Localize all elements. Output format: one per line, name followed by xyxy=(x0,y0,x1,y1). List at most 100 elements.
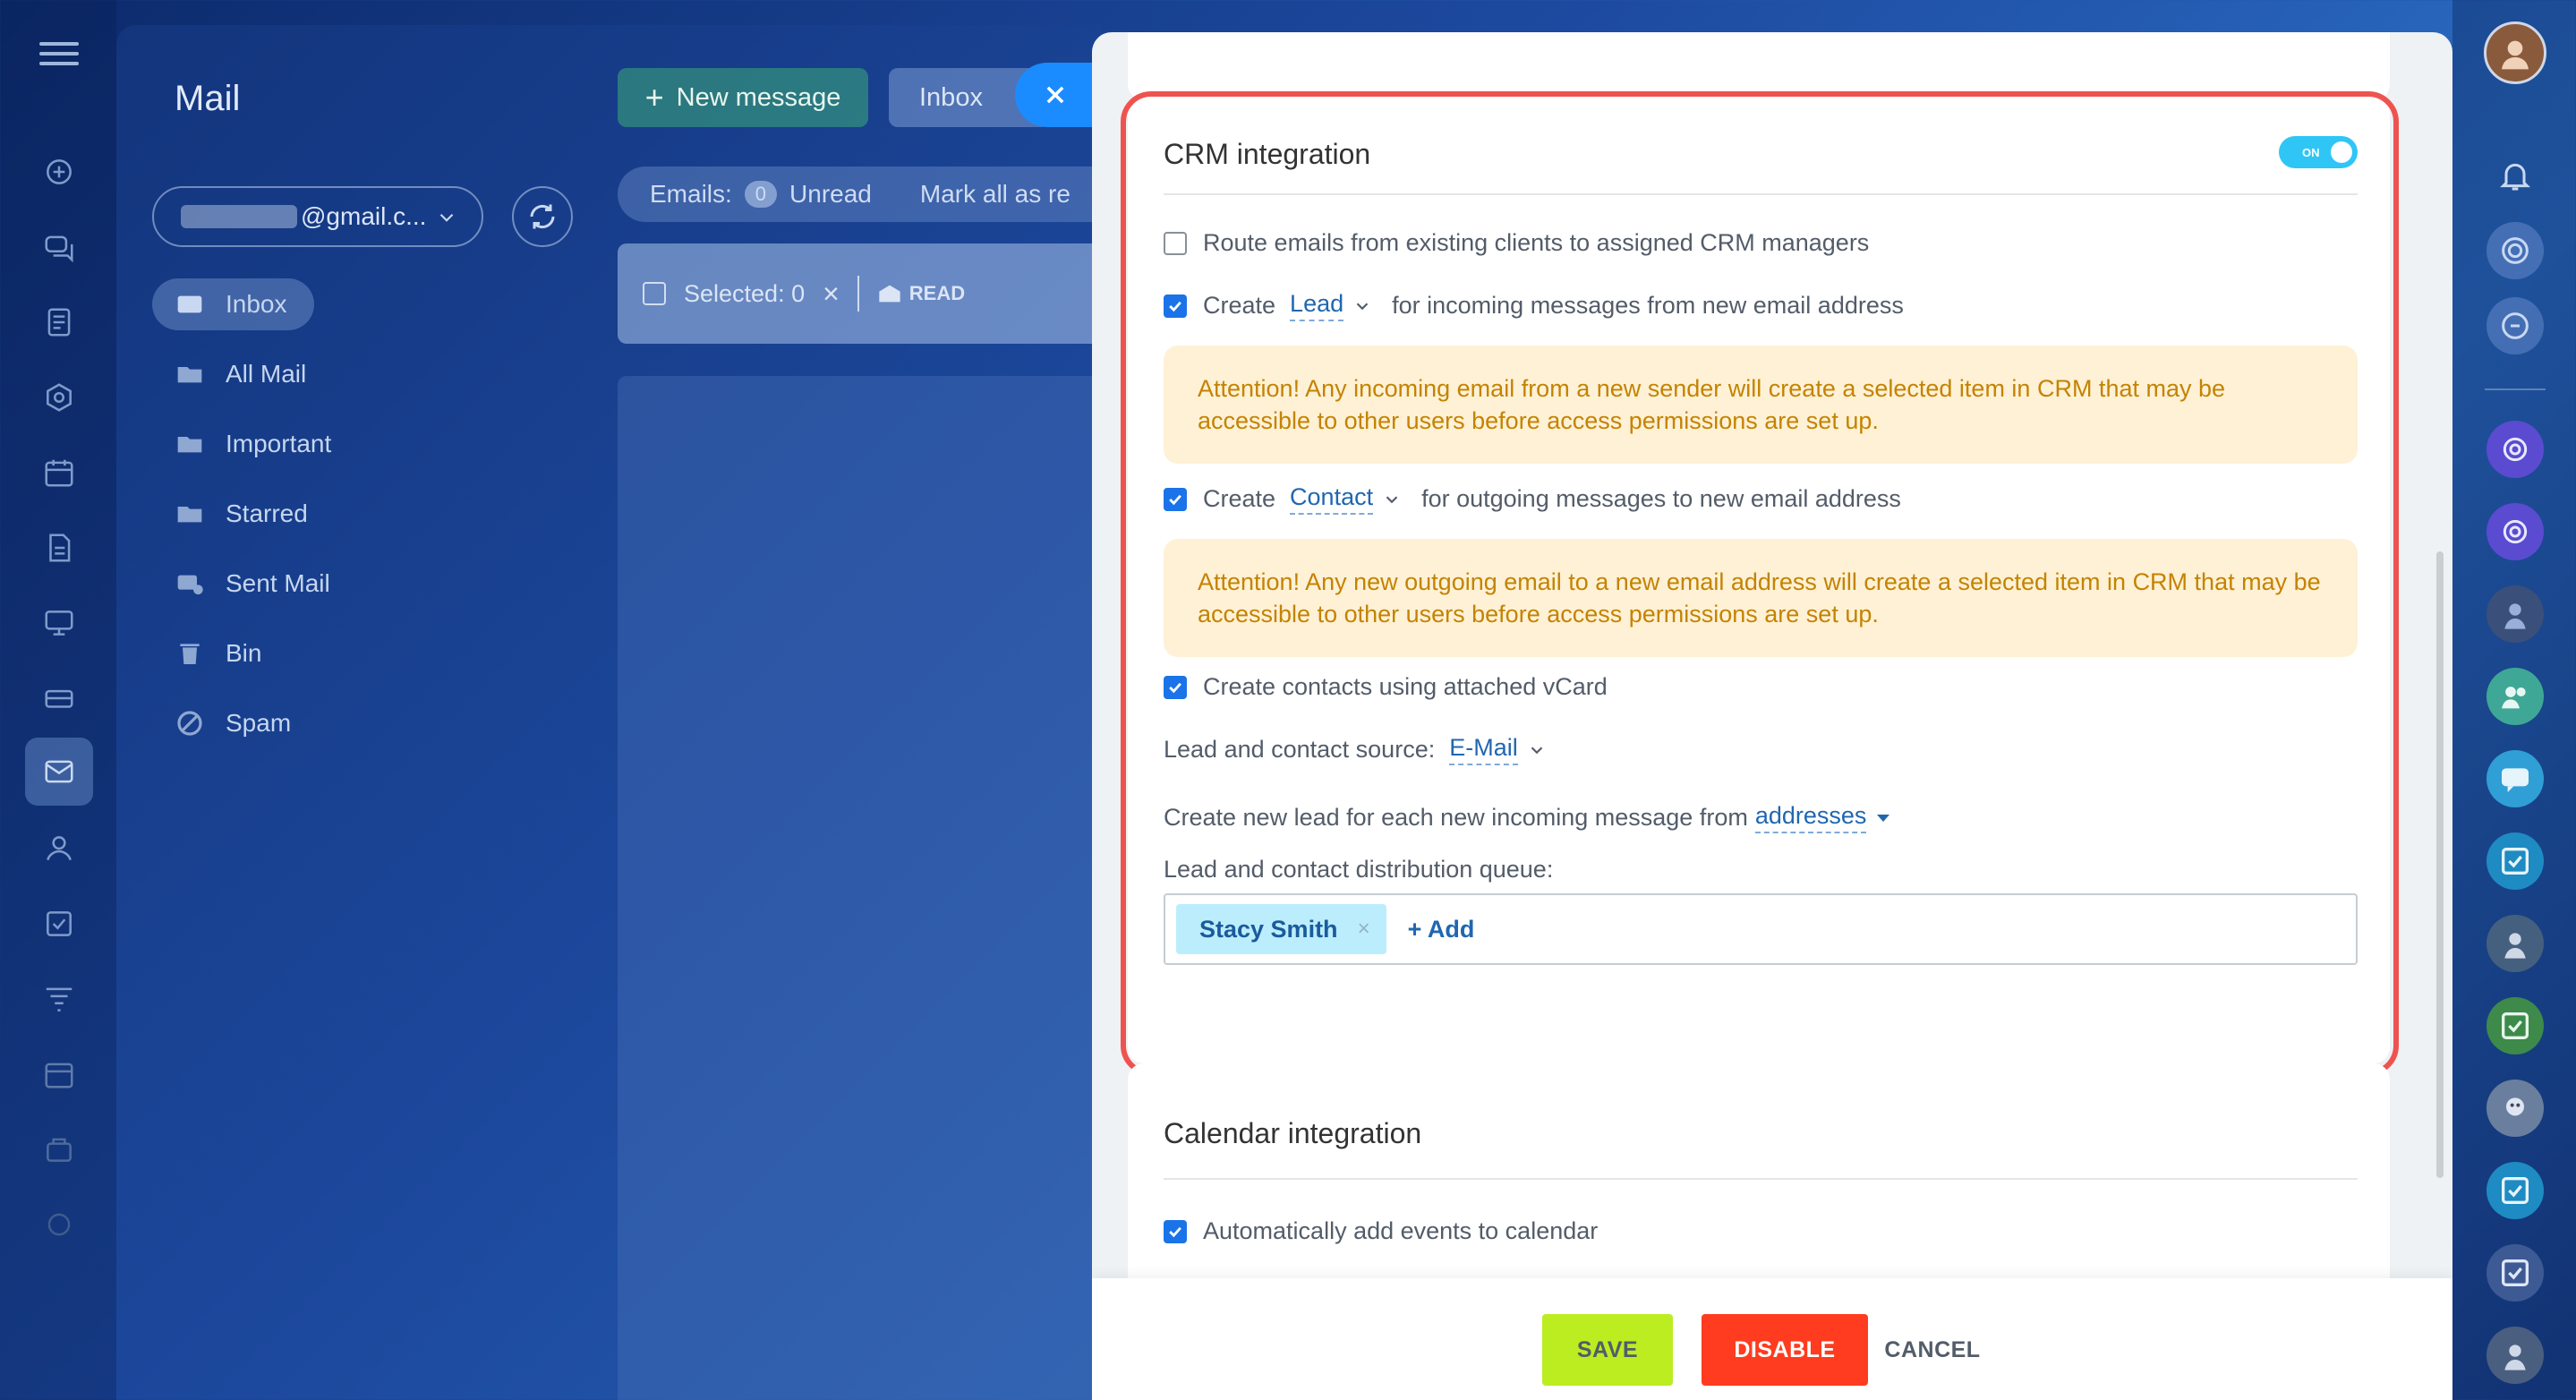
folder-inbox[interactable]: Inbox xyxy=(152,278,314,330)
create-lead-checkbox[interactable] xyxy=(1164,294,1187,318)
folder-label: Important xyxy=(226,430,332,457)
users-icon[interactable] xyxy=(36,825,82,872)
emails-counter-bar: Emails: 0 Unread Mark all as re xyxy=(618,166,1119,222)
chevron-down-icon[interactable] xyxy=(1382,490,1402,509)
crm-integration-toggle[interactable]: ON xyxy=(2279,136,2358,168)
colleague-avatar-icon[interactable] xyxy=(2486,915,2544,972)
settings-icon[interactable] xyxy=(36,1201,82,1248)
search-chat-icon[interactable] xyxy=(2486,297,2544,354)
account-select[interactable]: @gmail.c... xyxy=(152,186,483,247)
chevron-down-icon xyxy=(439,213,454,222)
source-label: Lead and contact source: xyxy=(1164,736,1436,763)
source-dropdown[interactable]: E-Mail xyxy=(1449,734,1518,765)
folder-important[interactable]: Important xyxy=(175,426,331,462)
cancel-button[interactable]: CANCEL xyxy=(1879,1314,1986,1386)
presentation-icon[interactable] xyxy=(36,600,82,646)
copilot-icon[interactable] xyxy=(2486,421,2544,478)
calendar-icon[interactable] xyxy=(36,449,82,496)
refresh-button[interactable] xyxy=(512,186,573,247)
filter-icon[interactable] xyxy=(36,976,82,1022)
checkmark-icon xyxy=(1169,682,1181,693)
tasks-icon[interactable] xyxy=(36,901,82,947)
schedule-icon[interactable] xyxy=(36,1051,82,1097)
lead-entity-dropdown[interactable]: Lead xyxy=(1290,290,1344,321)
calendar-title-divider xyxy=(1164,1178,2358,1180)
selection-toolbar: Selected: 0 × READ xyxy=(618,243,1119,344)
crm-integration-title: CRM integration xyxy=(1164,138,1371,170)
task-check-blue-icon[interactable] xyxy=(2486,1162,2544,1219)
contact-avatar-icon[interactable] xyxy=(2486,585,2544,643)
folder-label: Sent Mail xyxy=(226,569,330,597)
task-check-green-icon[interactable] xyxy=(2486,997,2544,1054)
checkmark-icon xyxy=(1169,494,1181,505)
folder-starred[interactable]: Starred xyxy=(175,496,308,532)
folder-sent-mail[interactable]: Sent Mail xyxy=(175,566,330,602)
folder-spam[interactable]: Spam xyxy=(175,705,291,741)
vcard-checkbox[interactable] xyxy=(1164,675,1187,699)
folder-icon xyxy=(177,507,202,523)
user-avatar[interactable] xyxy=(2484,21,2546,84)
chevron-down-icon[interactable] xyxy=(1527,740,1547,760)
folder-icon xyxy=(177,367,202,383)
attention-outgoing-warning: Attention! Any new outgoing email to a n… xyxy=(1164,539,2358,657)
clear-selection-icon[interactable]: × xyxy=(823,277,840,311)
storage-icon[interactable] xyxy=(36,675,82,721)
vcard-row: Create contacts using attached vCard xyxy=(1164,673,1608,701)
add-user-link[interactable]: + Add xyxy=(1408,916,1475,943)
mailbox-settings-slider: CRM integration ON Route emails from exi… xyxy=(1092,32,2452,1400)
queue-user-chip[interactable]: Stacy Smith × xyxy=(1176,904,1386,954)
new-lead-label: Create new lead for each new incoming me… xyxy=(1164,804,1748,831)
caret-down-icon[interactable] xyxy=(1877,814,1890,822)
new-message-button[interactable]: + New message xyxy=(618,68,868,127)
folder-label: Starred xyxy=(226,499,308,527)
mail-icon[interactable] xyxy=(25,738,93,806)
activity-icon[interactable] xyxy=(36,149,82,195)
save-button[interactable]: SAVE xyxy=(1542,1314,1673,1386)
task-check-icon[interactable] xyxy=(2486,832,2544,890)
previous-settings-card xyxy=(1128,32,2390,100)
group-icon[interactable] xyxy=(2486,668,2544,725)
incoming-suffix-label: for incoming messages from new email add… xyxy=(1392,292,1904,319)
read-button[interactable]: READ xyxy=(877,281,965,306)
manager-avatar-icon[interactable] xyxy=(2486,1327,2544,1384)
feed-icon[interactable] xyxy=(36,299,82,346)
new-lead-dropdown[interactable]: addresses xyxy=(1754,802,1867,833)
read-label: READ xyxy=(908,282,966,304)
chevron-down-icon[interactable] xyxy=(1352,296,1372,316)
hamburger-menu-icon[interactable] xyxy=(39,36,79,68)
unread-filter[interactable]: Unread xyxy=(789,180,872,209)
message-bubble-icon[interactable] xyxy=(2486,750,2544,807)
remove-user-icon[interactable]: × xyxy=(1358,917,1370,942)
chat-icon[interactable] xyxy=(36,224,82,270)
contact-entity-dropdown[interactable]: Contact xyxy=(1290,483,1374,515)
folder-label: Inbox xyxy=(226,290,287,318)
folder-bin[interactable]: Bin xyxy=(175,636,261,671)
close-slider-button[interactable] xyxy=(1015,63,1096,127)
mark-all-read-link[interactable]: Mark all as re xyxy=(920,180,1070,209)
attention-incoming-warning: Attention! Any incoming email from a new… xyxy=(1164,346,2358,464)
crm-title-divider xyxy=(1164,193,2358,195)
shop-icon[interactable] xyxy=(36,1126,82,1173)
folder-all-mail[interactable]: All Mail xyxy=(175,356,306,392)
create-lead-row: Create Lead for incoming messages from n… xyxy=(1164,290,1904,321)
distribution-queue-field[interactable]: Stacy Smith × + Add xyxy=(1164,893,2358,965)
select-all-checkbox[interactable] xyxy=(643,282,666,305)
trash-icon xyxy=(180,644,200,664)
mail-title: Mail xyxy=(175,79,241,118)
spam-icon xyxy=(177,711,202,736)
crm-icon[interactable] xyxy=(36,374,82,421)
copilot-chat-icon[interactable] xyxy=(2486,503,2544,560)
bot-avatar-icon[interactable] xyxy=(2486,1080,2544,1137)
create-contact-checkbox[interactable] xyxy=(1164,487,1187,511)
task-check-dark-icon[interactable] xyxy=(2486,1244,2544,1302)
target-icon[interactable] xyxy=(2486,222,2544,279)
document-icon[interactable] xyxy=(36,525,82,571)
toggle-label: ON xyxy=(2302,145,2320,159)
slider-scrollbar[interactable] xyxy=(2436,551,2444,1178)
bell-icon[interactable] xyxy=(2486,147,2544,204)
disable-button[interactable]: DISABLE xyxy=(1702,1314,1868,1386)
folder-icon xyxy=(177,437,202,453)
route-emails-checkbox[interactable] xyxy=(1164,231,1187,255)
auto-add-events-checkbox[interactable] xyxy=(1164,1219,1187,1243)
message-list-area xyxy=(618,376,1119,1400)
